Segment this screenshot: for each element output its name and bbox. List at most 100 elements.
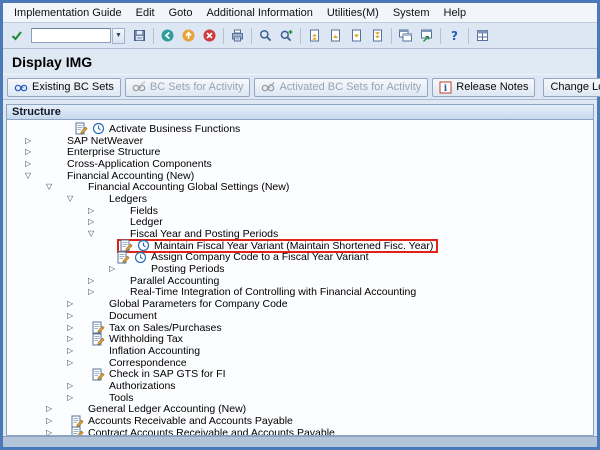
tree-item-label[interactable]: Financial Accounting Global Settings (Ne… — [88, 181, 289, 193]
tree-item-label[interactable]: Authorizations — [109, 380, 176, 392]
create-shortcut-button[interactable] — [416, 26, 437, 46]
tree-item-label[interactable]: Withholding Tax — [109, 333, 183, 345]
tree-item-label[interactable]: Fields — [130, 205, 158, 217]
tree-item-label[interactable]: Inflation Accounting — [109, 345, 200, 357]
first-page-icon — [307, 28, 322, 43]
expand-arrow-icon[interactable]: ▷ — [86, 277, 107, 285]
tree-item-label[interactable]: Activate Business Functions — [109, 123, 240, 135]
expand-arrow-icon[interactable]: ▷ — [65, 394, 86, 402]
expand-arrow-icon[interactable]: ▷ — [86, 218, 107, 226]
indent-spacer — [86, 385, 109, 386]
activity-icon[interactable] — [92, 368, 107, 381]
expand-arrow-icon[interactable]: ▷ — [23, 160, 44, 168]
tree-item-label[interactable]: Ledger — [130, 216, 163, 228]
collapse-arrow-icon[interactable]: ▽ — [86, 230, 107, 238]
bc-sets-for-activity-button[interactable]: BC Sets for Activity — [125, 78, 251, 97]
exit-button[interactable] — [178, 26, 199, 46]
customize-layout-button[interactable] — [472, 26, 493, 46]
help-icon: ? — [447, 28, 462, 43]
find-button[interactable] — [255, 26, 276, 46]
command-field: ▼ — [31, 28, 125, 44]
menu-item-system[interactable]: System — [386, 5, 437, 21]
command-field-dropdown[interactable]: ▼ — [112, 28, 125, 44]
expand-arrow-icon[interactable]: ▷ — [44, 429, 65, 436]
expand-arrow-icon[interactable]: ▷ — [65, 335, 86, 343]
next-page-button[interactable] — [346, 26, 367, 46]
indent-spacer — [86, 397, 109, 398]
existing-bc-sets-button[interactable]: Existing BC Sets — [7, 78, 121, 97]
print-button[interactable] — [227, 26, 248, 46]
expand-arrow-icon[interactable]: ▷ — [23, 148, 44, 156]
new-session-button[interactable] — [395, 26, 416, 46]
tree-item-label[interactable]: Correspondence — [109, 357, 187, 369]
menu-item-utilities-m[interactable]: Utilities(M) — [320, 5, 386, 21]
toolbar-separator — [440, 28, 441, 44]
expand-arrow-icon[interactable]: ▷ — [23, 137, 44, 145]
activity-icon[interactable] — [75, 122, 90, 135]
help-button[interactable]: ? — [444, 26, 465, 46]
expand-arrow-icon[interactable]: ▷ — [65, 324, 86, 332]
tree-item-label[interactable]: Contract Accounts Receivable and Account… — [88, 427, 335, 436]
indent-spacer — [107, 245, 117, 246]
tree-item-label[interactable]: Check in SAP GTS for FI — [109, 368, 226, 380]
menu-item-implementation-guide[interactable]: Implementation Guide — [7, 5, 129, 21]
collapse-arrow-icon[interactable]: ▽ — [23, 172, 44, 180]
menu-item-help[interactable]: Help — [437, 5, 474, 21]
collapse-arrow-icon[interactable]: ▽ — [44, 183, 65, 191]
tree-item-label[interactable]: Parallel Accounting — [130, 275, 219, 287]
activity-icon[interactable] — [71, 426, 86, 436]
customize-layout-icon — [475, 28, 490, 43]
back-button[interactable] — [157, 26, 178, 46]
expand-arrow-icon[interactable]: ▷ — [86, 288, 107, 296]
menu-item-additional-information[interactable]: Additional Information — [199, 5, 319, 21]
tree-item-label[interactable]: Enterprise Structure — [67, 146, 160, 158]
expand-arrow-icon[interactable]: ▷ — [65, 347, 86, 355]
indent-spacer — [128, 269, 151, 270]
expand-arrow-icon[interactable]: ▷ — [65, 382, 86, 390]
cancel-button[interactable] — [199, 26, 220, 46]
tree-item-label[interactable]: Cross-Application Components — [67, 158, 212, 170]
collapse-arrow-icon[interactable]: ▽ — [65, 195, 86, 203]
activity-icon[interactable] — [92, 333, 107, 346]
tree-item-label[interactable]: General Ledger Accounting (New) — [88, 403, 246, 415]
save-button[interactable] — [129, 26, 150, 46]
tree-row: ▷ Cross-Application Components — [7, 158, 593, 170]
clock-icon[interactable] — [134, 251, 149, 264]
release-notes-button[interactable]: iRelease Notes — [432, 78, 535, 97]
command-field-input[interactable] — [31, 28, 111, 43]
last-page-icon — [370, 28, 385, 43]
first-page-button[interactable] — [304, 26, 325, 46]
tree-item-label[interactable]: Financial Accounting (New) — [67, 170, 194, 182]
tree-item-label[interactable]: SAP NetWeaver — [67, 135, 143, 147]
indent-spacer — [86, 198, 109, 199]
indent-spacer — [107, 292, 130, 293]
tree-item-label[interactable]: Maintain Fiscal Year Variant (Maintain S… — [154, 240, 433, 252]
last-page-button[interactable] — [367, 26, 388, 46]
clock-icon[interactable] — [92, 122, 107, 135]
expand-arrow-icon[interactable]: ▷ — [65, 359, 86, 367]
expand-arrow-icon[interactable]: ▷ — [107, 265, 128, 273]
activated-bc-sets-for-activity-button[interactable]: Activated BC Sets for Activity — [254, 78, 428, 97]
menu-item-edit[interactable]: Edit — [129, 5, 162, 21]
enter-button[interactable] — [6, 26, 27, 46]
expand-arrow-icon[interactable]: ▷ — [44, 405, 65, 413]
menu-item-goto[interactable]: Goto — [162, 5, 200, 21]
activity-icon[interactable] — [117, 251, 132, 264]
tree-item-label[interactable]: Tax on Sales/Purchases — [109, 322, 222, 334]
expand-arrow-icon[interactable]: ▷ — [86, 207, 107, 215]
tree-item-label[interactable]: Ledgers — [109, 193, 147, 205]
tree-item-label[interactable]: Document — [109, 310, 157, 322]
tree-item-label[interactable]: Global Parameters for Company Code — [109, 298, 288, 310]
tree-item-label[interactable]: Accounts Receivable and Accounts Payable — [88, 415, 293, 427]
tree-item-label[interactable]: Real-Time Integration of Controlling wit… — [130, 286, 416, 298]
change-log-button[interactable]: Change Log — [543, 78, 600, 97]
tree-item-label[interactable]: Assign Company Code to a Fiscal Year Var… — [151, 251, 369, 263]
expand-arrow-icon[interactable]: ▷ — [65, 300, 86, 308]
find-next-button[interactable] — [276, 26, 297, 46]
expand-arrow-icon[interactable]: ▷ — [65, 312, 86, 320]
expand-arrow-icon[interactable]: ▷ — [44, 417, 65, 425]
previous-page-button[interactable] — [325, 26, 346, 46]
tree-item-label[interactable]: Tools — [109, 392, 134, 404]
tree-item-label[interactable]: Posting Periods — [151, 263, 225, 275]
toolbar-separator — [391, 28, 392, 44]
